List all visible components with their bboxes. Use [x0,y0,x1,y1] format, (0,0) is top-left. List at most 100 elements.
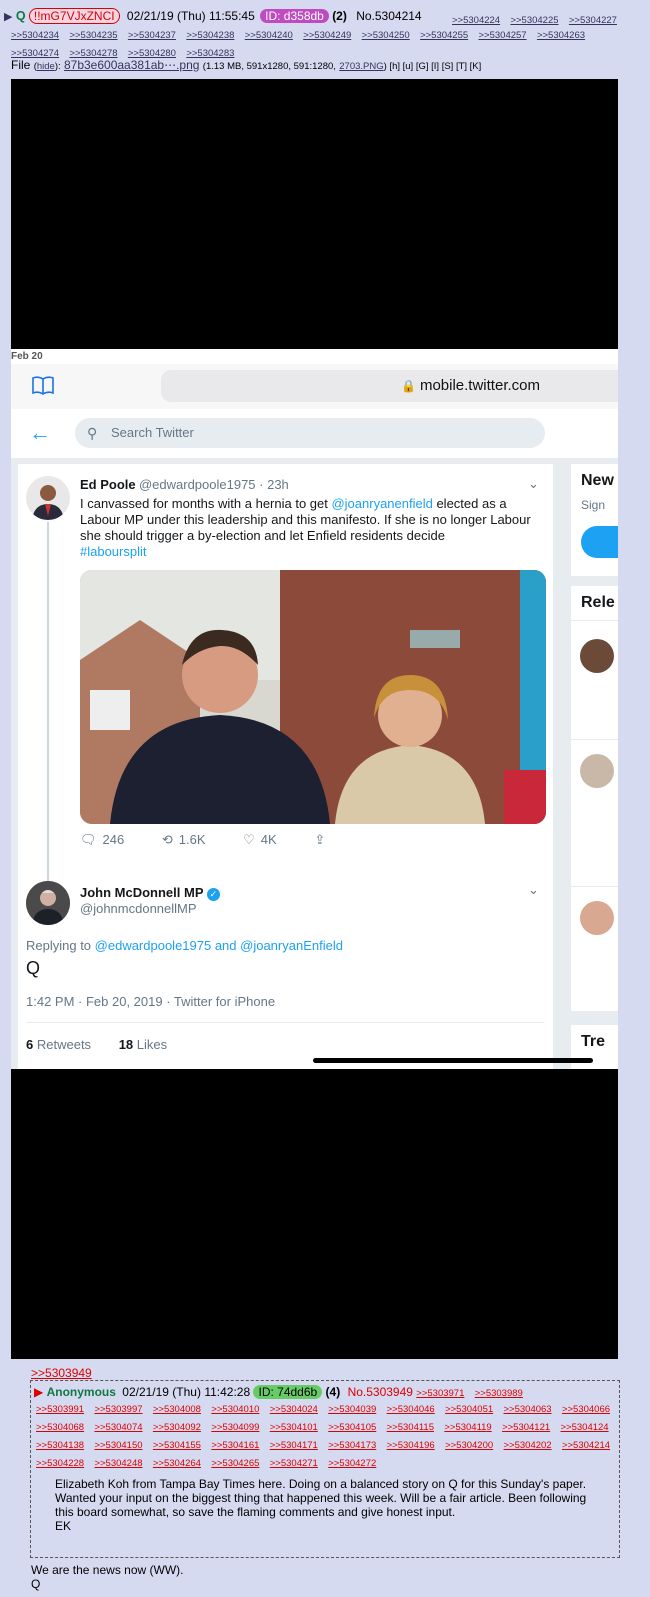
quoted-post-backlink[interactable]: >>5304101 [270,1422,318,1433]
quoted-post-backlink[interactable]: >>5304105 [328,1422,376,1433]
quoted-post-backlink[interactable]: >>5304124 [561,1422,609,1433]
quoted-post-message: Elizabeth Koh from Tampa Bay Times here.… [55,1477,587,1519]
quoted-post-backlink[interactable]: >>5304063 [504,1404,552,1415]
quoted-post-backlink[interactable]: >>5304051 [445,1404,493,1415]
like-icon: ♡ [243,832,255,847]
poster-id-badge[interactable]: ID: d358db [260,9,329,23]
quoted-post-backlink[interactable]: >>5304092 [153,1422,201,1433]
side-avatar-1 [580,639,614,673]
tweet2-handle: @johnmcdonnellMP [80,901,197,916]
side-avatar-2 [580,754,614,788]
twitter-search-box: ⚲ Search Twitter [75,418,545,448]
quoted-post-backlink[interactable]: >>5304115 [387,1422,434,1433]
home-indicator-bar [313,1058,593,1063]
quoted-post-backlink[interactable]: >>5304024 [270,1404,318,1415]
quoted-post-backlink[interactable]: >>5304271 [270,1458,318,1469]
post-backlink[interactable]: >>5304225 [510,15,558,26]
tweet2-name: John McDonnell MP [80,885,204,900]
retweet-icon: ⟲ [161,832,173,847]
post-backlink[interactable]: >>5304257 [479,30,527,41]
quoted-post-number[interactable]: No.5303949 [348,1385,413,1399]
quoted-post-link[interactable]: >>5303949 [31,1366,92,1380]
quoted-post-backlink[interactable]: >>5304138 [36,1440,84,1451]
file-label: File [11,58,31,72]
quoted-post-backlink[interactable]: >>5304171 [270,1440,318,1451]
post-backlink[interactable]: >>5304249 [303,30,351,41]
tweet1-hashtag: #laboursplit [80,544,147,559]
quoted-post-backlink[interactable]: >>5304119 [444,1422,491,1433]
poster-id-count: (2) [332,9,347,23]
side-card-relevant: Rele [571,586,618,1011]
quoted-poster-id-count: (4) [325,1385,341,1399]
file-tools[interactable]: ) [h] [u] [G] [I] [S] [T] [K] [384,61,482,72]
quoted-post-backlink[interactable]: >>5303971 [416,1388,464,1399]
quoted-post-backlink[interactable]: >>5304272 [328,1458,376,1469]
post-backlink[interactable]: >>5304255 [420,30,468,41]
side-sign-text: Sign [581,498,606,512]
post-backlink[interactable]: >>5304224 [452,15,500,26]
tweet-thread-card: Ed Poole @edwardpoole1975 · 23h ⌄ I canv… [18,464,553,1069]
tweet2-likes-label: Likes [136,1037,168,1052]
file-name-link[interactable]: 87b3e600aa381ab⋯.png [64,58,199,72]
quoted-post-backlink[interactable]: >>5304046 [387,1404,435,1415]
quoted-post-backlink[interactable]: >>5304161 [211,1440,259,1451]
quoted-post-backlink[interactable]: >>5304265 [211,1458,259,1469]
side-avatar-3 [580,901,614,935]
bookmarks-icon [32,376,54,395]
file-size-info: (1.13 MB, 591x1280, 591:1280, [202,61,336,72]
tweet1-handle: @edwardpoole1975 · 23h [138,477,289,492]
tweet2-replying-handles: @edwardpoole1975 and @joanryanEnfield [94,938,343,953]
tweet2-replying-to: Replying to @edwardpoole1975 and @joanry… [26,938,343,953]
quoted-post-backlink[interactable]: >>5304200 [445,1440,493,1451]
quoted-post-arrow-icon[interactable]: ▶ [34,1385,43,1399]
quoted-post-backlink[interactable]: >>5304202 [504,1440,552,1451]
quoted-post-backlink[interactable]: >>5304173 [328,1440,376,1451]
quoted-post-backlink[interactable]: >>5304008 [153,1404,201,1415]
twitter-search-row: ← ⚲ Search Twitter [11,409,618,459]
quoted-post-backlink[interactable]: >>5304066 [562,1404,610,1415]
quoted-post-backlink[interactable]: >>5304010 [211,1404,259,1415]
post-backlink[interactable]: >>5304238 [186,30,234,41]
quoted-post-backlink[interactable]: >>5304121 [502,1422,550,1433]
file-original-name[interactable]: 2703.PNG [339,61,383,72]
post-backlinks: >>5304234 >>5304235 >>5304237 >>5304238 … [11,26,647,62]
post-backlink[interactable]: >>5304234 [11,30,59,41]
post-datetime: 02/21/19 (Thu) 11:55:45 [126,9,255,23]
post-backlink[interactable]: >>5304237 [128,30,176,41]
quoted-post-backlink[interactable]: >>5304155 [153,1440,201,1451]
hide-file-link[interactable]: hide [37,61,55,72]
quoted-post-backlink[interactable]: >>5304228 [36,1458,84,1469]
post-backlink[interactable]: >>5304240 [245,30,293,41]
side-signup-button [581,526,618,558]
tweet2-chevron-down-icon: ⌄ [528,882,539,897]
post-number[interactable]: No.5304214 [356,9,421,23]
quoted-post-backlink[interactable]: >>5303997 [94,1404,142,1415]
quoted-post-backlink[interactable]: >>5304264 [153,1458,201,1469]
quoted-post-backlink[interactable]: >>5304248 [94,1458,142,1469]
tweet2-retweets-label: Retweets [36,1037,92,1052]
tweet1-name: Ed Poole [80,477,136,492]
quoted-post-backlink[interactable]: >>5304214 [562,1440,610,1451]
quoted-post-backlink[interactable]: >>5304039 [328,1404,376,1415]
tweet1-text: I canvassed for months with a hernia to … [80,496,531,559]
tweet2-meta: 1:42 PM · Feb 20, 2019 · Twitter for iPh… [26,994,276,1009]
thread-line [47,522,49,882]
quoted-post-header-backlinks: >>5303971 >>5303989 [416,1385,530,1399]
post-backlink[interactable]: >>5304263 [537,30,585,41]
quoted-post-backlink[interactable]: >>5304150 [94,1440,142,1451]
quoted-post-backlink[interactable]: >>5304099 [211,1422,259,1433]
quoted-poster-id-badge[interactable]: ID: 74dd6b [253,1385,323,1399]
tweet1-like-count: 4K [260,832,277,847]
quoted-post-backlink[interactable]: >>5303989 [475,1388,523,1399]
post-backlink[interactable]: >>5304250 [362,30,410,41]
quoted-post-backlink[interactable]: >>5304068 [36,1422,84,1433]
quoted-post-backlink[interactable]: >>5303991 [36,1404,84,1415]
post-backlink[interactable]: >>5304235 [69,30,117,41]
post-menu-arrow-icon[interactable]: ▶ [4,11,12,23]
quoted-post-backlink[interactable]: >>5304196 [387,1440,435,1451]
quoted-post-backlink[interactable]: >>5304074 [94,1422,142,1433]
post-backlink[interactable]: >>5304227 [569,15,617,26]
poster-name: Q [15,9,26,23]
post-message-line1: We are the news now (WW). [31,1563,184,1577]
post-image[interactable]: Feb 20 🔒 mobile.twitter.com ← ⚲ Search Tw… [11,79,618,1359]
